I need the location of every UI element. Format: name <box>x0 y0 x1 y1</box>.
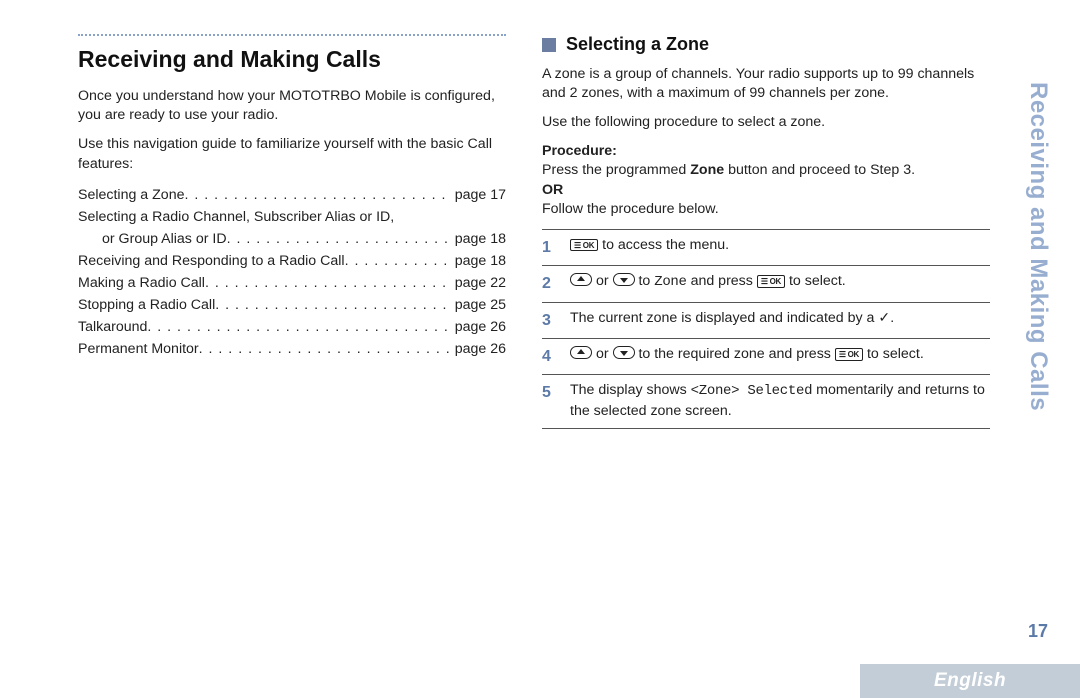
zone-paragraph-2: Use the following procedure to select a … <box>542 113 990 132</box>
down-arrow-key-icon <box>613 273 635 286</box>
right-column-wrap: Selecting a Zone A zone is a group of ch… <box>542 34 990 429</box>
step-text: ☰ OK to access the menu. <box>570 236 990 256</box>
dotted-rule <box>78 34 506 36</box>
step-number: 2 <box>542 272 558 295</box>
step-number: 5 <box>542 381 558 404</box>
check-icon: ✓ <box>878 310 890 326</box>
up-arrow-key-icon <box>570 346 592 359</box>
page-content: Receiving and Making Calls Once you unde… <box>0 0 1080 449</box>
intro-block: Once you understand how your MOTOTRBO Mo… <box>78 87 506 174</box>
procedure-label: Procedure: <box>542 143 990 159</box>
ok-key-icon: ☰ OK <box>757 275 785 288</box>
ok-key-icon: ☰ OK <box>835 348 863 361</box>
step-5: 5 The display shows <Zone> Selected mome… <box>542 375 990 428</box>
down-arrow-key-icon <box>613 346 635 359</box>
subheading: Selecting a Zone <box>566 34 709 55</box>
intro-paragraph-1: Once you understand how your MOTOTRBO Mo… <box>78 87 506 125</box>
procedure-shortcut-line: Press the programmed Zone button and pro… <box>542 161 990 180</box>
procedure-steps: 1 ☰ OK to access the menu. 2 or to Zone … <box>542 229 990 429</box>
side-chapter-title: Receiving and Making Calls <box>1024 82 1052 411</box>
step-2: 2 or to Zone and press ☰ OK to select. <box>542 266 990 302</box>
step-text: The display shows <Zone> Selected moment… <box>570 381 990 421</box>
toc-entry: Talkaroundpage 26 <box>78 316 506 338</box>
step-4: 4 or to the required zone and press ☰ OK… <box>542 339 990 375</box>
toc-entry: Selecting a Zonepage 17 <box>78 184 506 206</box>
intro-paragraph-2: Use this navigation guide to familiarize… <box>78 135 506 173</box>
table-of-contents: Selecting a Zonepage 17Selecting a Radio… <box>78 184 506 360</box>
procedure-follow-line: Follow the procedure below. <box>542 200 990 219</box>
step-text: or to the required zone and press ☰ OK t… <box>570 345 990 365</box>
up-arrow-key-icon <box>570 273 592 286</box>
right-column: Selecting a Zone A zone is a group of ch… <box>542 34 990 429</box>
toc-entry-sub: or Group Alias or IDpage 18 <box>78 228 506 250</box>
main-heading: Receiving and Making Calls <box>78 46 506 73</box>
left-column: Receiving and Making Calls Once you unde… <box>78 34 506 429</box>
ok-key-icon: ☰ OK <box>570 239 598 252</box>
step-1: 1 ☰ OK to access the menu. <box>542 229 990 266</box>
toc-entry: Stopping a Radio Callpage 25 <box>78 294 506 316</box>
step-number: 3 <box>542 309 558 332</box>
language-tab: English <box>860 664 1080 698</box>
step-3: 3 The current zone is displayed and indi… <box>542 303 990 339</box>
toc-entry: Making a Radio Callpage 22 <box>78 272 506 294</box>
page-number: 17 <box>1028 621 1048 642</box>
toc-entry: Permanent Monitorpage 26 <box>78 338 506 360</box>
zone-paragraph-1: A zone is a group of channels. Your radi… <box>542 65 990 103</box>
subheading-bullet-icon <box>542 38 556 52</box>
step-text: The current zone is displayed and indica… <box>570 309 990 329</box>
toc-entry: Receiving and Responding to a Radio Call… <box>78 250 506 272</box>
or-label: OR <box>542 182 990 198</box>
subheading-row: Selecting a Zone <box>542 34 990 55</box>
step-number: 4 <box>542 345 558 368</box>
step-number: 1 <box>542 236 558 259</box>
step-text: or to Zone and press ☰ OK to select. <box>570 272 990 293</box>
toc-entry: Selecting a Radio Channel, Subscriber Al… <box>78 206 506 228</box>
